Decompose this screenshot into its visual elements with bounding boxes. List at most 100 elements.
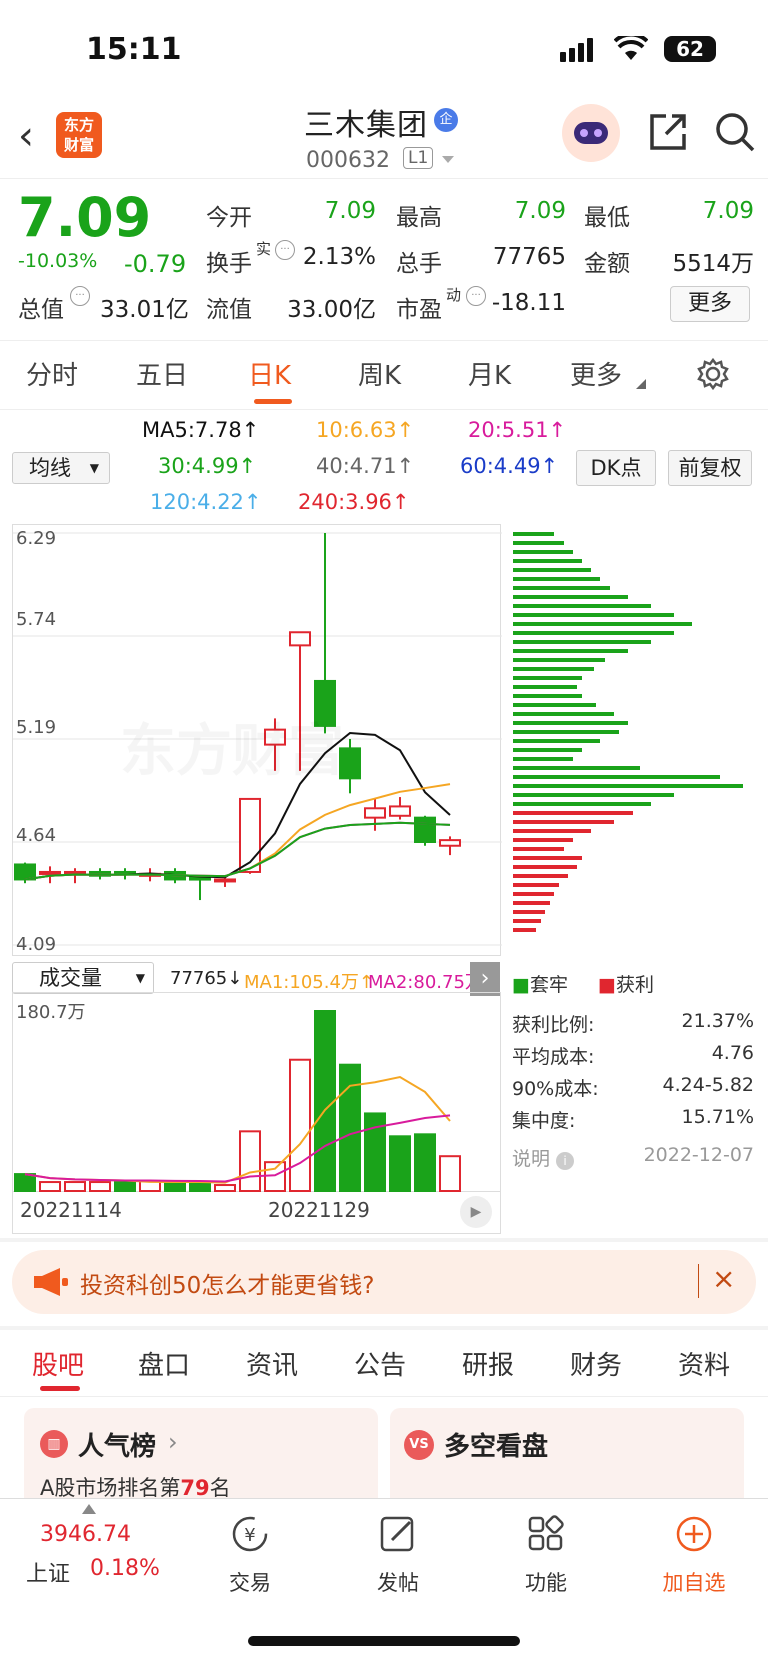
nav-trade[interactable]: ¥ 交易 [200, 1512, 300, 1597]
tab-guba[interactable]: 股吧 [32, 1345, 84, 1382]
trapped-chip-bar [513, 766, 640, 770]
candle-body [389, 805, 411, 817]
profit-chip-bar [513, 883, 559, 887]
assistant-avatar[interactable] [562, 104, 620, 162]
status-time: 15:11 [86, 32, 182, 67]
trapped-chip-bar [513, 712, 614, 716]
note-label: 说明 [512, 1148, 551, 1170]
volume-bar [114, 1181, 136, 1193]
open-label: 今开 [206, 205, 252, 231]
play-icon[interactable]: ▶ [460, 1196, 492, 1228]
volume-bar [314, 1010, 336, 1192]
profit-chip-bar [513, 820, 614, 824]
tab-profile[interactable]: 资料 [678, 1345, 730, 1382]
gear-icon[interactable] [696, 357, 730, 391]
edit-icon [380, 1516, 414, 1552]
volume-value: 77765 [492, 244, 566, 270]
volume-selector[interactable]: 成交量 ▼ [12, 962, 154, 994]
pe-label: 市盈 [396, 297, 442, 323]
tab-research[interactable]: 研报 [462, 1345, 514, 1382]
search-icon[interactable] [713, 110, 757, 154]
info-icon[interactable]: ··· [70, 286, 90, 306]
tab-day-k[interactable]: 日K [248, 355, 291, 392]
y-tick-label: 4.09 [16, 934, 57, 955]
battery-icon: 62 [664, 36, 716, 62]
index-value[interactable]: 3946.74 [40, 1522, 131, 1547]
trapped-chip-bar [513, 793, 674, 797]
trapped-chip-bar [513, 667, 594, 671]
home-indicator [248, 1636, 520, 1646]
trapped-chip-bar [513, 730, 619, 734]
chip-svg [513, 532, 743, 932]
ma-selector[interactable]: 均线 ▼ [12, 452, 110, 484]
ma20-line [24, 821, 451, 881]
concentration-value: 15.71% [681, 1106, 754, 1128]
back-button[interactable]: ‹ [18, 112, 48, 160]
active-tab-indicator [40, 1386, 80, 1391]
volume-bar [214, 1184, 236, 1192]
low-label: 最低 [584, 205, 630, 231]
share-icon[interactable] [646, 110, 690, 154]
logo-line-2: 财富 [63, 136, 94, 154]
trapped-chip-bar [513, 784, 743, 788]
watermark: 东方财富 [120, 706, 344, 787]
trapped-chip-bar [513, 802, 651, 806]
dk-button[interactable]: DK点 [576, 450, 656, 486]
restore-right-button[interactable]: 前复权 [668, 450, 752, 486]
app-logo: 东方 财富 [56, 112, 102, 158]
volume-bar [364, 1112, 386, 1192]
chip-distribution [511, 524, 757, 956]
trapped-chip-bar [513, 577, 600, 581]
volume-bar [439, 1155, 461, 1193]
float-value-label: 流值 [206, 297, 252, 323]
nav-trade-label: 交易 [229, 1571, 271, 1595]
chevron-right-icon[interactable]: › [470, 962, 500, 996]
trapped-chip-bar [513, 739, 600, 743]
nav-add-watchlist[interactable]: 加自选 [644, 1512, 744, 1597]
volume-max-label: 180.7万 [16, 1002, 86, 1023]
volume-bar [239, 1130, 261, 1193]
promo-banner[interactable]: 投资科创50怎么才能更省钱? × [12, 1250, 756, 1314]
y-tick-label: 6.29 [16, 528, 57, 549]
index-name[interactable]: 上证 [26, 1556, 70, 1588]
chevron-down-icon[interactable] [440, 154, 456, 166]
tab-week-k[interactable]: 周K [358, 355, 401, 392]
trapped-chip-bar [513, 703, 596, 707]
popularity-card[interactable]: ▥ 人气榜 › A股市场排名第79名 [24, 1408, 378, 1508]
tab-announcements[interactable]: 公告 [354, 1345, 406, 1382]
tab-month-k[interactable]: 月K [468, 355, 511, 392]
tab-five-day[interactable]: 五日 [136, 355, 188, 392]
nav-functions[interactable]: 功能 [496, 1512, 596, 1597]
profit-chip-bar [513, 829, 591, 833]
trapped-chip-bar [513, 658, 605, 662]
more-button[interactable]: 更多 [670, 286, 750, 322]
trapped-chip-bar [513, 595, 628, 599]
note-link[interactable]: 说明 i [512, 1144, 575, 1171]
trapped-chip-bar [513, 748, 582, 752]
legend-profit: ■获利 [598, 970, 654, 997]
volume-selector-label: 成交量 [39, 966, 102, 990]
close-icon[interactable]: × [712, 1262, 735, 1295]
trapped-chip-bar [513, 622, 692, 626]
tab-timeshare[interactable]: 分时 [26, 355, 78, 392]
tab-finance[interactable]: 财务 [570, 1345, 622, 1382]
volume-bar [389, 1135, 411, 1192]
bull-bear-card[interactable]: VS 多空看盘 [390, 1408, 744, 1508]
index-pct[interactable]: 0.18% [90, 1556, 160, 1581]
dropdown-icon: ▼ [89, 461, 99, 475]
tab-pankou[interactable]: 盘口 [138, 1345, 190, 1382]
nav-post[interactable]: 发帖 [348, 1512, 448, 1597]
level-badge[interactable]: L1 [403, 147, 434, 169]
legend-trapped: ■套牢 [512, 970, 568, 997]
volume-ma2-line [24, 1114, 451, 1183]
ma120-value: 120:4.22↑ [150, 490, 262, 514]
tab-more[interactable]: 更多 [570, 355, 622, 392]
chip-date: 2022-12-07 [643, 1144, 754, 1166]
stock-name: 三木集团 [304, 108, 428, 143]
x-label-start: 20221114 [20, 1198, 122, 1222]
active-tab-indicator [254, 399, 292, 404]
open-value: 7.09 [324, 198, 376, 224]
popularity-title: 人气榜 [78, 1432, 157, 1462]
tab-news[interactable]: 资讯 [246, 1345, 298, 1382]
y-tick-label: 5.74 [16, 609, 57, 630]
